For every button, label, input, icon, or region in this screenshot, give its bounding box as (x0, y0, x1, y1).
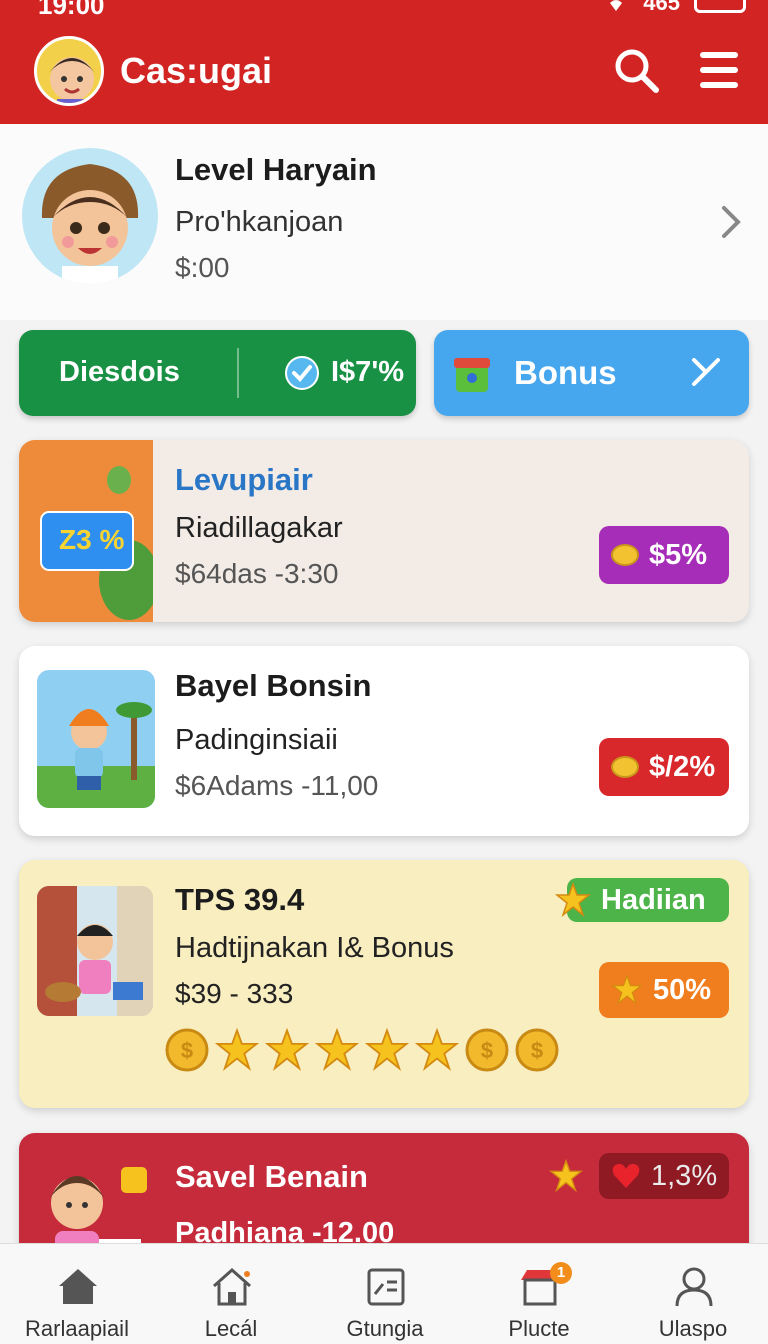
reward-icons-row: $ $ $ (165, 1028, 559, 1072)
bonus-button[interactable]: Bonus (434, 330, 749, 416)
card-title: Savel Benain (175, 1159, 368, 1194)
card-price: $64das -3:30 (175, 558, 339, 589)
boy-palm-tree-icon (37, 702, 155, 808)
search-icon[interactable] (612, 46, 660, 94)
badge-value: $/2% (649, 750, 716, 783)
girl-avatar-icon (41, 164, 139, 284)
card-title: Bayel Bonsin (175, 668, 372, 703)
card-thumbnail (37, 886, 153, 1016)
app-logo-avatar[interactable] (34, 36, 104, 106)
nav-label: Plucte (508, 1316, 570, 1341)
deposit-label: Diesdois (59, 356, 180, 388)
deposit-button[interactable]: Diesdois I$7'% (19, 330, 416, 416)
expand-arrow-icon (692, 358, 720, 386)
cartoon-face-icon (49, 57, 95, 103)
star-icon (215, 1028, 259, 1071)
home-icon (59, 1269, 97, 1304)
nav-item-home[interactable]: Rarlaapiail (0, 1244, 154, 1344)
star-icon (555, 882, 591, 918)
card-title: Levupiair (175, 462, 313, 497)
heart-icon (612, 1163, 640, 1188)
badge-value: 50% (653, 973, 712, 1006)
badge-value: $5% (649, 538, 708, 571)
dollar-coin-icon: $ (465, 1028, 509, 1072)
badge-value: 1,3% (651, 1159, 718, 1192)
card-thumbnail: Z3 % (19, 440, 153, 622)
profile-name: Level Haryain (175, 152, 377, 187)
profile-section[interactable]: Level Haryain Pro'hkanjoan $:00 (0, 124, 768, 320)
user-icon (675, 1267, 713, 1307)
wifi-icon (610, 0, 623, 11)
status-time: 19:00 (38, 0, 105, 20)
promo-card[interactable]: Z3 % Levupiair Riadillagakar $64das -3:3… (19, 440, 749, 622)
coin-icon (611, 544, 639, 566)
dollar-coin-icon: $ (515, 1028, 559, 1072)
nav-label: Ulaspo (658, 1316, 728, 1341)
profile-amount: $:00 (175, 252, 230, 283)
nav-item-profile[interactable]: Ulaspo (616, 1244, 768, 1344)
svg-text:$: $ (481, 1038, 493, 1063)
card-subtitle: Padinginsiaii (175, 724, 338, 756)
house-outline-icon (213, 1267, 251, 1306)
card-price: $39 - 333 (175, 978, 294, 1009)
star-icon (611, 974, 643, 1006)
nav-label: Lecál (204, 1316, 258, 1341)
gift-box-icon (454, 358, 490, 392)
hadiah-tag[interactable]: Hadiian (555, 878, 729, 922)
card-subtitle: Hadtijnakan I& Bonus (175, 932, 454, 964)
boy-with-basket-icon (37, 886, 153, 1016)
nav-item-document[interactable]: Gtungia (308, 1244, 462, 1344)
coin-icon (611, 756, 639, 778)
dollar-coin-icon: $ (165, 1028, 209, 1072)
card-subtitle: Riadillagakar (175, 512, 343, 544)
nav-item-store[interactable]: 1 Plucte (462, 1244, 616, 1344)
voucher-text: Z3 % (59, 524, 125, 555)
nav-label: Rarlaapiail (25, 1316, 129, 1341)
notification-badge: 1 (550, 1262, 572, 1284)
signal-text: 465 (643, 0, 680, 15)
chevron-right-icon[interactable] (718, 202, 744, 242)
reward-badge[interactable]: 50% (599, 962, 729, 1018)
profile-subtitle: Pro'hkanjoan (175, 206, 344, 238)
promo-card[interactable]: TPS 39.4 Hadtijnakan I& Bonus $39 - 333 … (19, 860, 749, 1108)
check-badge-icon (285, 356, 319, 390)
pill-divider (237, 348, 239, 398)
card-price: $6Adams -11,00 (175, 770, 379, 801)
reward-badge[interactable]: $/2% (599, 738, 729, 796)
svg-text:$: $ (181, 1038, 193, 1063)
promo-card[interactable]: Bayel Bonsin Padinginsiaii $6Adams -11,0… (19, 646, 749, 836)
bonus-label: Bonus (514, 354, 617, 391)
menu-icon[interactable] (696, 46, 744, 94)
status-indicators: 465 (603, 0, 746, 16)
svg-text:$: $ (531, 1038, 543, 1063)
nav-label: Gtungia (346, 1316, 424, 1341)
star-icon (415, 1028, 459, 1071)
reward-badge[interactable]: $5% (599, 526, 729, 584)
reward-badge[interactable]: 1,3% (599, 1153, 729, 1199)
star-icon (365, 1028, 409, 1071)
bottom-navigation: Rarlaapiail Lecál Gtungia 1 Plucte Ulasp… (0, 1243, 768, 1344)
profile-avatar (22, 148, 158, 284)
nav-item-local[interactable]: Lecál (154, 1244, 308, 1344)
document-chart-icon (367, 1268, 405, 1306)
tag-label: Hadiian (601, 883, 706, 916)
app-title: Cas:ugai (120, 50, 273, 91)
star-icon (265, 1028, 309, 1071)
card-title: TPS 39.4 (175, 882, 305, 917)
card-thumbnail (37, 670, 155, 808)
battery-icon (694, 0, 746, 13)
deposit-value: I$7'% (331, 356, 404, 388)
star-icon (549, 1159, 583, 1193)
app-header: 19:00 465 Cas:ugai (0, 0, 768, 124)
star-icon (315, 1028, 359, 1071)
